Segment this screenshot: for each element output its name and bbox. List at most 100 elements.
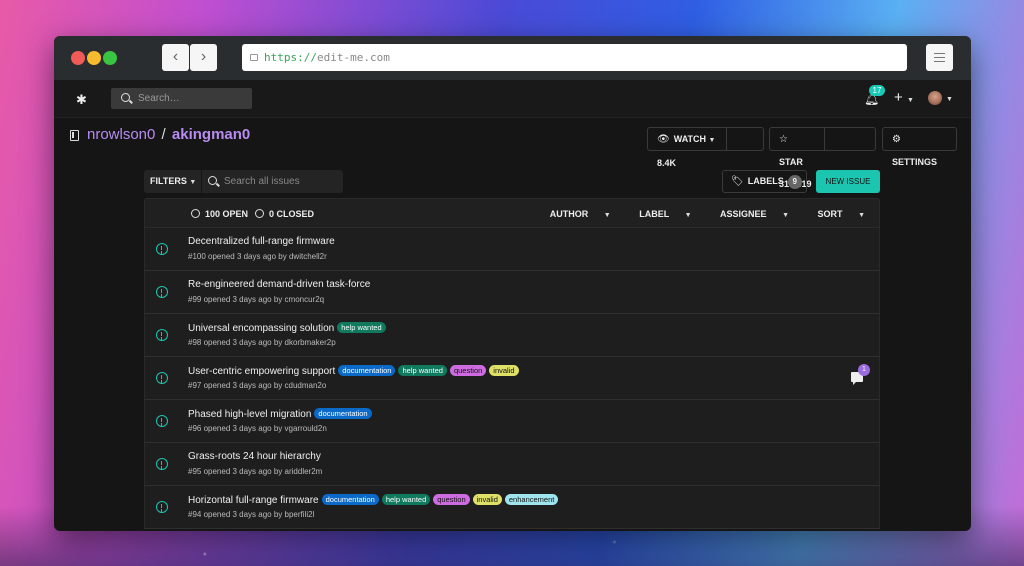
issue-title-line: Re-engineered demand-driven task-force	[188, 279, 370, 290]
closed-count: 0 CLOSED	[269, 209, 315, 219]
issue-title-line: Universal encompassing solution help want…	[188, 322, 386, 334]
issue-title-link[interactable]: Phased high-level migration	[188, 409, 311, 420]
sliders-icon-line	[934, 61, 945, 62]
maximize-window-button[interactable]	[103, 51, 117, 65]
global-search-placeholder: Search…	[138, 93, 180, 104]
issue-title-line: User-centric empowering support documenta…	[188, 365, 519, 377]
issue-label-helpwanted[interactable]: help wanted	[337, 322, 386, 333]
labels-button[interactable]: 🏷︎ LABELS 9	[722, 170, 807, 193]
issue-meta: #99 opened 3 days ago by cmoncur2q	[188, 295, 325, 304]
issue-label-question[interactable]: question	[433, 494, 470, 505]
lock-icon	[250, 54, 258, 61]
label-filter[interactable]: LABEL ▼	[626, 209, 691, 219]
repo-name-link[interactable]: akingman0	[172, 126, 250, 143]
url-host: edit-me.com	[316, 51, 390, 64]
comment-icon[interactable]: 1	[851, 364, 870, 385]
issue-title-line: Decentralized full-range firmware	[188, 236, 335, 247]
issue-open-icon	[156, 372, 168, 384]
label-filter-label: LABEL	[639, 209, 670, 219]
browser-window: ‹ › https://edit-me.com ✱ Search… 🔔︎ 17 …	[54, 36, 971, 531]
chevron-down-icon: ▼	[603, 212, 611, 219]
filters-search-group: FILTERS ▼	[144, 170, 343, 193]
issue-meta: #97 opened 3 days ago by cdudman2o	[188, 381, 327, 390]
close-window-button[interactable]	[71, 51, 85, 65]
closed-issues-tab[interactable]: 0 CLOSED	[255, 199, 314, 229]
issue-label-documentation[interactable]: documentation	[314, 408, 372, 419]
browser-chrome: ‹ › https://edit-me.com	[54, 36, 971, 80]
address-bar[interactable]: https://edit-me.com	[242, 44, 907, 71]
repo-owner-link[interactable]: nrowlson0	[87, 126, 155, 143]
issue-title-link[interactable]: Decentralized full-range firmware	[188, 236, 335, 247]
issue-label-invalid[interactable]: invalid	[489, 365, 519, 376]
sliders-icon-line	[934, 57, 945, 58]
author-filter[interactable]: AUTHOR ▼	[537, 209, 611, 219]
back-button[interactable]: ‹	[162, 44, 189, 71]
issue-open-icon	[156, 243, 168, 255]
issue-label-documentation[interactable]: documentation	[321, 494, 379, 505]
issue-row[interactable]: Universal encompassing solution help want…	[144, 314, 880, 357]
assignee-filter[interactable]: ASSIGNEE ▼	[707, 209, 789, 219]
issue-open-icon	[156, 501, 168, 513]
star-icon: ☆	[779, 134, 788, 145]
issue-label-question[interactable]: question	[449, 365, 487, 376]
repo-title: nrowlson0 / akingman0	[87, 126, 250, 143]
comment-count-badge: 1	[858, 364, 870, 376]
issue-title-line: Phased high-level migration documentation	[188, 408, 372, 420]
filters-dropdown[interactable]: FILTERS ▼	[150, 170, 196, 194]
issue-row[interactable]: User-centric empowering support documenta…	[144, 357, 880, 400]
issue-row[interactable]: Grass-roots 24 hour hierarchy #95 opened …	[144, 443, 880, 486]
issue-row[interactable]: Re-engineered demand-driven task-force #9…	[144, 271, 880, 314]
assignee-label: ASSIGNEE	[720, 209, 767, 219]
chevron-down-icon[interactable]: ▼	[946, 96, 953, 103]
author-label: AUTHOR	[549, 209, 589, 219]
chevron-down-icon: ▼	[189, 179, 197, 186]
issue-label-documentation[interactable]: documentation	[338, 365, 396, 376]
chevron-down-icon: ▼	[684, 212, 692, 219]
issue-label-enhancement[interactable]: enhancement	[504, 494, 559, 505]
issue-meta: #94 opened 3 days ago by bperfili2l	[188, 510, 315, 519]
search-icon	[208, 176, 217, 185]
issue-row[interactable]: Decentralized full-range firmware #100 op…	[144, 228, 880, 271]
chevron-down-icon: ▼	[782, 212, 790, 219]
create-new-button[interactable]: + ▼	[894, 89, 914, 106]
plus-icon: +	[894, 89, 903, 106]
issue-title-line: Horizontal full-range firmware documentat…	[188, 494, 559, 506]
avatar[interactable]	[928, 91, 942, 105]
filters-label: FILTERS	[150, 176, 187, 186]
issue-row[interactable]: Phased high-level migration documentation…	[144, 400, 880, 443]
labels-count-badge: 9	[787, 175, 802, 189]
issue-title-link[interactable]: Grass-roots 24 hour hierarchy	[188, 451, 321, 462]
settings-button[interactable]: ⚙SETTINGS	[882, 127, 957, 167]
chevron-down-icon: ▼	[906, 97, 914, 104]
issue-row[interactable]: Horizontal full-range firmware documentat…	[144, 486, 880, 529]
eye-icon: 👁︎	[657, 134, 670, 145]
issue-meta: #100 opened 3 days ago by dwitchell2r	[188, 252, 327, 261]
minimize-window-button[interactable]	[87, 51, 101, 65]
open-issues-tab[interactable]: 100 OPEN	[191, 199, 248, 229]
star-button-group: ☆STAR316,419	[769, 127, 876, 189]
issue-label-invalid[interactable]: invalid	[472, 494, 502, 505]
issue-sort-controls: AUTHOR ▼ LABEL ▼ ASSIGNEE ▼ SORT ▼	[524, 199, 865, 231]
issue-meta: #96 opened 3 days ago by vgarrould2n	[188, 424, 327, 433]
issue-label-helpwanted[interactable]: help wanted	[398, 365, 447, 376]
new-issue-button[interactable]: NEW ISSUE	[816, 170, 880, 193]
issue-open-icon	[156, 458, 168, 470]
issue-title-link[interactable]: Re-engineered demand-driven task-force	[188, 279, 370, 290]
issue-search-input[interactable]	[224, 170, 339, 193]
issue-list-header: 100 OPEN 0 CLOSED AUTHOR ▼ LABEL ▼ ASSIG…	[144, 198, 880, 228]
browser-settings-button[interactable]	[926, 44, 953, 71]
issue-open-icon	[156, 329, 168, 341]
issue-title-link[interactable]: Universal encompassing solution	[188, 323, 334, 334]
watch-button[interactable]: 👁︎ WATCH ▼	[648, 128, 726, 152]
global-search[interactable]: Search…	[111, 88, 252, 109]
issue-title-link[interactable]: User-centric empowering support	[188, 366, 335, 377]
issue-label-helpwanted[interactable]: help wanted	[381, 494, 431, 505]
issue-title-link[interactable]: Horizontal full-range firmware	[188, 495, 319, 506]
forward-button[interactable]: ›	[190, 44, 217, 71]
watch-label: WATCH	[673, 134, 707, 144]
divider	[726, 128, 727, 150]
issue-open-icon	[156, 286, 168, 298]
sort-filter[interactable]: SORT ▼	[805, 209, 865, 219]
bug-logo-icon[interactable]: ✱	[76, 92, 87, 108]
check-circle-icon	[255, 209, 264, 218]
